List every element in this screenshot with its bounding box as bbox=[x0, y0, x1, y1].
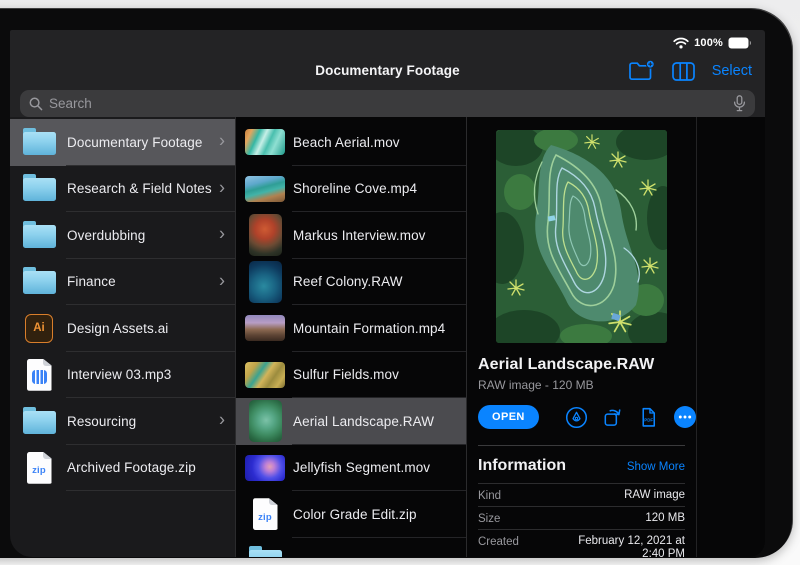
more-icon[interactable] bbox=[673, 405, 697, 429]
file-item-sulfur-fields-mov[interactable]: Sulfur Fields.mov bbox=[236, 352, 466, 399]
sidebar-item-documentary-footage[interactable]: Documentary Footage › bbox=[10, 119, 235, 166]
sidebar-item-label: Design Assets.ai bbox=[67, 321, 168, 336]
folder-icon bbox=[249, 550, 282, 557]
sidebar-item-finance[interactable]: Finance › bbox=[10, 259, 235, 306]
sidebar-item-label: Archived Footage.zip bbox=[67, 460, 196, 475]
info-row-size: Size 120 MB bbox=[478, 506, 685, 529]
sidebar-item-label: Overdubbing bbox=[67, 228, 145, 243]
status-bar: 100% bbox=[10, 30, 765, 55]
sidebar-item-label: Interview 03.mp3 bbox=[67, 367, 171, 382]
sidebar-item-interview-03-mp3[interactable]: Interview 03.mp3 bbox=[10, 352, 235, 399]
wifi-icon bbox=[673, 37, 689, 49]
battery-icon bbox=[728, 37, 752, 49]
info-row-label: Size bbox=[478, 512, 500, 525]
file-item-partial[interactable] bbox=[236, 538, 466, 558]
file-item-reef-colony-raw[interactable]: Reef Colony.RAW bbox=[236, 259, 466, 306]
markup-icon[interactable] bbox=[565, 406, 588, 429]
chevron-right-icon: › bbox=[219, 411, 225, 429]
chevron-right-icon: › bbox=[219, 178, 225, 196]
create-pdf-icon[interactable]: PDF bbox=[637, 406, 660, 429]
folder-icon bbox=[23, 132, 56, 155]
search-input[interactable]: Search bbox=[20, 90, 755, 117]
chevron-right-icon: › bbox=[219, 132, 225, 150]
zip-file-icon: zip bbox=[253, 498, 278, 530]
new-folder-icon[interactable] bbox=[628, 60, 655, 82]
dictation-mic-icon[interactable] bbox=[733, 95, 746, 112]
info-row-value: February 12, 2021 at 2:40 PM bbox=[553, 535, 685, 557]
info-row-value: RAW image bbox=[624, 489, 685, 502]
show-more-link[interactable]: Show More bbox=[627, 461, 685, 473]
file-item-color-grade-edit-zip[interactable]: zip Color Grade Edit.zip bbox=[236, 491, 466, 538]
file-thumbnail bbox=[245, 362, 285, 388]
sidebar-item-label: Documentary Footage bbox=[67, 135, 202, 150]
folder-column: Documentary Footage›Research & Field Not… bbox=[10, 117, 236, 557]
search-placeholder: Search bbox=[49, 96, 727, 111]
folder-icon bbox=[23, 411, 56, 434]
file-thumbnail bbox=[249, 261, 282, 303]
file-item-label: Mountain Formation.mp4 bbox=[293, 321, 445, 336]
search-icon bbox=[29, 97, 43, 111]
file-item-label: Markus Interview.mov bbox=[293, 228, 426, 243]
folder-icon bbox=[23, 178, 56, 201]
info-row-kind: Kind RAW image bbox=[478, 483, 685, 506]
browser-columns: Documentary Footage›Research & Field Not… bbox=[10, 117, 765, 557]
info-row-created: Created February 12, 2021 at 2:40 PM bbox=[478, 529, 685, 557]
open-button[interactable]: OPEN bbox=[478, 405, 539, 429]
rotate-icon[interactable] bbox=[601, 406, 624, 429]
sidebar-item-label: Research & Field Notes bbox=[67, 181, 212, 196]
sidebar-item-design-assets-ai[interactable]: Ai Design Assets.ai bbox=[10, 305, 235, 352]
preview-file-meta: RAW image - 120 MB bbox=[478, 378, 685, 392]
separator bbox=[66, 490, 235, 491]
sidebar-item-resourcing[interactable]: Resourcing › bbox=[10, 398, 235, 445]
preview-column: Aerial Landscape.RAW RAW image - 120 MB … bbox=[467, 117, 765, 557]
file-item-aerial-landscape-raw[interactable]: Aerial Landscape.RAW bbox=[236, 398, 466, 445]
file-item-markus-interview-mov[interactable]: Markus Interview.mov bbox=[236, 212, 466, 259]
file-item-beach-aerial-mov[interactable]: Beach Aerial.mov bbox=[236, 119, 466, 166]
file-thumbnail bbox=[249, 214, 282, 256]
files-app-screen: 100% Documentary Footage bbox=[10, 30, 765, 557]
file-thumbnail bbox=[245, 176, 285, 202]
chevron-right-icon: › bbox=[219, 225, 225, 243]
file-item-label: Shoreline Cove.mp4 bbox=[293, 181, 417, 196]
illustrator-file-icon: Ai bbox=[25, 314, 53, 343]
file-list-column: Beach Aerial.mov Shoreline Cove.mp4 Markus… bbox=[236, 117, 467, 557]
file-preview-image[interactable] bbox=[496, 130, 667, 343]
audio-file-icon bbox=[27, 359, 52, 391]
navigation-toolbar: Documentary Footage Select bbox=[10, 55, 765, 90]
ipad-device: 100% Documentary Footage bbox=[0, 8, 793, 558]
info-row-value: 120 MB bbox=[645, 512, 685, 525]
file-item-label: Sulfur Fields.mov bbox=[293, 367, 399, 382]
sidebar-item-research-field-notes[interactable]: Research & Field Notes › bbox=[10, 166, 235, 213]
sidebar-item-overdubbing[interactable]: Overdubbing › bbox=[10, 212, 235, 259]
file-thumbnail bbox=[245, 129, 285, 155]
column-view-icon[interactable] bbox=[672, 62, 695, 81]
file-item-label: Aerial Landscape.RAW bbox=[293, 414, 434, 429]
sidebar-item-label: Resourcing bbox=[67, 414, 136, 429]
preview-file-name: Aerial Landscape.RAW bbox=[478, 356, 685, 374]
file-item-label: Beach Aerial.mov bbox=[293, 135, 400, 150]
divider bbox=[478, 445, 685, 446]
folder-icon bbox=[23, 271, 56, 294]
chevron-right-icon: › bbox=[219, 271, 225, 289]
info-row-label: Kind bbox=[478, 489, 501, 502]
sidebar-item-archived-footage-zip[interactable]: zip Archived Footage.zip bbox=[10, 445, 235, 492]
file-thumbnail bbox=[245, 455, 285, 481]
file-item-jellyfish-segment-mov[interactable]: Jellyfish Segment.mov bbox=[236, 445, 466, 492]
info-row-label: Created bbox=[478, 535, 519, 548]
information-heading: Information bbox=[478, 457, 566, 475]
file-item-mountain-formation-mp4[interactable]: Mountain Formation.mp4 bbox=[236, 305, 466, 352]
battery-percent: 100% bbox=[694, 37, 723, 49]
zip-file-icon: zip bbox=[27, 452, 52, 484]
svg-text:PDF: PDF bbox=[644, 417, 653, 422]
sidebar-item-label: Finance bbox=[67, 274, 116, 289]
file-thumbnail bbox=[249, 400, 282, 442]
file-thumbnail bbox=[245, 315, 285, 341]
file-item-label: Color Grade Edit.zip bbox=[293, 507, 417, 522]
file-item-shoreline-cove-mp4[interactable]: Shoreline Cove.mp4 bbox=[236, 166, 466, 213]
folder-icon bbox=[23, 225, 56, 248]
file-item-label: Jellyfish Segment.mov bbox=[293, 460, 430, 475]
select-button[interactable]: Select bbox=[712, 63, 752, 79]
file-item-label: Reef Colony.RAW bbox=[293, 274, 403, 289]
